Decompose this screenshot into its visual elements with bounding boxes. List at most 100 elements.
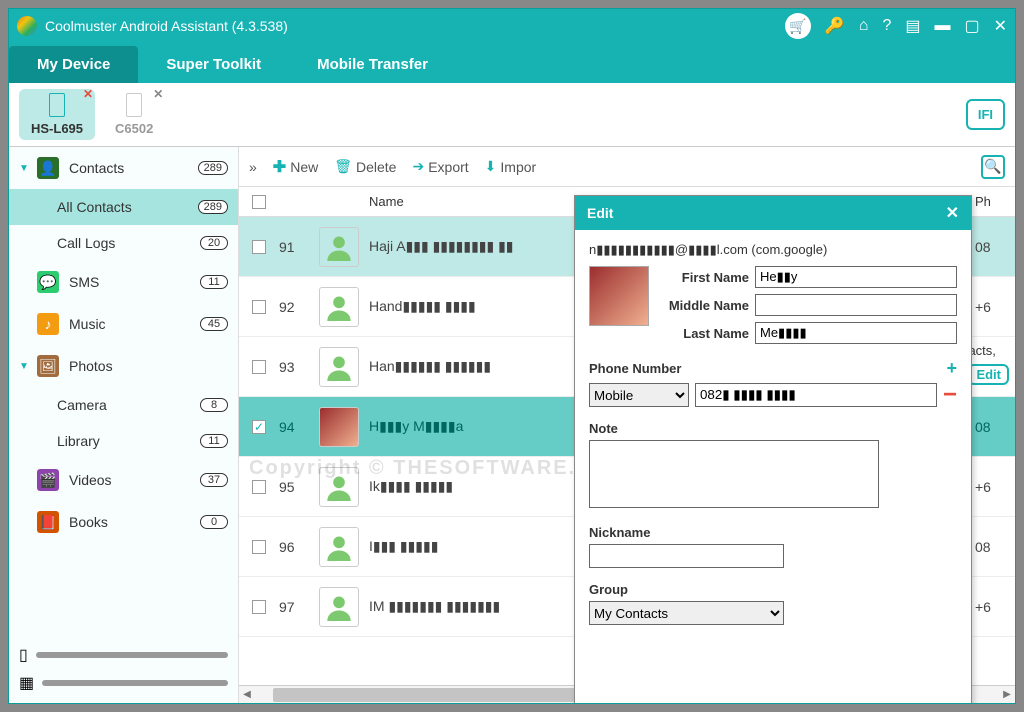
device-label: HS-L695 (31, 121, 83, 136)
contact-avatar (319, 287, 359, 327)
sidebar-item-all-contacts[interactable]: All Contacts 289 (9, 189, 238, 225)
tab-super-toolkit[interactable]: Super Toolkit (138, 46, 289, 83)
device-close-icon[interactable]: ✕ (153, 87, 163, 101)
key-icon[interactable]: 🔑 (825, 16, 845, 36)
import-button[interactable]: ⬇Impor (485, 158, 537, 175)
toolbar: » ✚New 🗑Delete ➔Export ⬇Impor 🔍 (239, 147, 1015, 187)
row-id: 92 (279, 299, 319, 315)
maximize-icon[interactable]: ▢ (964, 16, 979, 36)
select-all-checkbox[interactable] (252, 195, 266, 209)
device-label: C6502 (115, 121, 153, 136)
sidebar-item-videos[interactable]: 🎬 Videos 37 (9, 459, 238, 501)
sidebar-item-photos[interactable]: ▼ 🖼 Photos (9, 345, 238, 387)
sidebar-label: All Contacts (57, 199, 132, 215)
contact-phone-prefix: 08 (975, 239, 1015, 255)
app-window: Coolmuster Android Assistant (4.3.538) 🛒… (8, 8, 1016, 704)
caret-down-icon: ▼ (19, 163, 31, 174)
sidebar-item-books[interactable]: 📕 Books 0 (9, 501, 238, 543)
middle-name-input[interactable] (755, 294, 957, 316)
count-badge: 289 (198, 200, 228, 214)
cart-icon[interactable]: 🛒 (785, 13, 811, 39)
sidebar-item-music[interactable]: ♪ Music 45 (9, 303, 238, 345)
search-button[interactable]: 🔍 (981, 155, 1005, 179)
column-phone[interactable]: Ph (975, 194, 1015, 209)
contact-phone-prefix: +6 (975, 479, 1015, 495)
titlebar: Coolmuster Android Assistant (4.3.538) 🛒… (9, 9, 1015, 43)
videos-icon: 🎬 (37, 469, 59, 491)
phone-number-input[interactable] (695, 383, 937, 407)
contact-avatar (319, 407, 359, 447)
tab-mobile-transfer[interactable]: Mobile Transfer (289, 46, 456, 83)
count-badge: 45 (200, 317, 228, 331)
nickname-input[interactable] (589, 544, 784, 568)
row-checkbox[interactable] (252, 300, 266, 314)
books-icon: 📕 (37, 511, 59, 533)
phone-type-select[interactable]: Mobile (589, 383, 689, 407)
help-icon[interactable]: ? (882, 17, 891, 35)
dialog-body: n▮▮▮▮▮▮▮▮▮▮▮@▮▮▮▮l.com (com.google) Firs… (575, 230, 971, 703)
contact-phone-prefix: +6 (975, 299, 1015, 315)
connect-via-wifi-button[interactable]: IFI (966, 99, 1005, 130)
sidebar-item-camera[interactable]: Camera 8 (9, 387, 238, 423)
device-2[interactable]: ✕ C6502 (103, 89, 165, 140)
delete-button[interactable]: 🗑Delete (334, 158, 396, 175)
export-button[interactable]: ➔Export (412, 158, 468, 175)
row-checkbox[interactable]: ✓ (252, 420, 266, 434)
row-checkbox[interactable] (252, 480, 266, 494)
sidebar-label: Contacts (69, 160, 124, 176)
add-phone-icon[interactable]: + (946, 358, 957, 379)
edit-button[interactable]: Edit (968, 364, 1009, 385)
storage-bar (36, 652, 228, 658)
row-checkbox[interactable] (252, 540, 266, 554)
sidebar-label: Books (69, 514, 108, 530)
device-close-icon[interactable]: ✕ (83, 87, 93, 101)
last-name-input[interactable] (755, 322, 957, 344)
group-section-label: Group (589, 582, 628, 597)
dialog-title: Edit (587, 205, 613, 221)
device-storage-icon: ▯ (19, 645, 28, 665)
sidebar-label: Library (57, 433, 100, 449)
minimize-icon[interactable]: ▬ (934, 17, 950, 35)
remove-phone-icon[interactable]: − (943, 388, 957, 402)
first-name-input[interactable] (755, 266, 957, 288)
new-button[interactable]: ✚New (273, 157, 318, 177)
close-icon[interactable]: ✕ (994, 16, 1007, 36)
sms-icon: 💬 (37, 271, 59, 293)
scroll-left-icon[interactable]: ◀ (239, 686, 255, 703)
group-select[interactable]: My Contacts (589, 601, 784, 625)
count-badge: 11 (200, 275, 228, 289)
contact-phone-prefix: 08 (975, 539, 1015, 555)
sidebar-item-sms[interactable]: 💬 SMS 11 (9, 261, 238, 303)
dialog-close-icon[interactable]: ✕ (946, 203, 959, 223)
sidebar-item-call-logs[interactable]: Call Logs 20 (9, 225, 238, 261)
plus-icon: ✚ (273, 157, 286, 177)
count-badge: 11 (200, 434, 228, 448)
export-icon: ➔ (412, 158, 424, 175)
contact-avatar (319, 227, 359, 267)
device-1[interactable]: ✕ HS-L695 (19, 89, 95, 140)
sd-storage-icon: ▦ (19, 673, 34, 693)
caret-down-icon: ▼ (19, 361, 31, 372)
feedback-icon[interactable]: ▤ (905, 16, 920, 36)
count-badge: 37 (200, 473, 228, 487)
contact-photo[interactable] (589, 266, 649, 326)
row-id: 91 (279, 239, 319, 255)
edit-contact-dialog: Edit ✕ n▮▮▮▮▮▮▮▮▮▮▮@▮▮▮▮l.com (com.googl… (574, 195, 972, 703)
tab-my-device[interactable]: My Device (9, 46, 138, 83)
home-icon[interactable]: ⌂ (859, 17, 869, 35)
row-checkbox[interactable] (252, 240, 266, 254)
sidebar-item-library[interactable]: Library 11 (9, 423, 238, 459)
scroll-right-icon[interactable]: ▶ (999, 686, 1015, 703)
note-textarea[interactable] (589, 440, 879, 508)
nickname-section-label: Nickname (589, 525, 650, 540)
sidebar-item-contacts[interactable]: ▼ 👤 Contacts 289 (9, 147, 238, 189)
expand-icon[interactable]: » (249, 159, 257, 175)
row-checkbox[interactable] (252, 600, 266, 614)
phone-section-label: Phone Number (589, 361, 681, 376)
note-section-label: Note (589, 421, 618, 436)
row-id: 96 (279, 539, 319, 555)
photos-icon: 🖼 (37, 355, 59, 377)
sidebar-label: Camera (57, 397, 107, 413)
row-checkbox[interactable] (252, 360, 266, 374)
count-badge: 8 (200, 398, 228, 412)
